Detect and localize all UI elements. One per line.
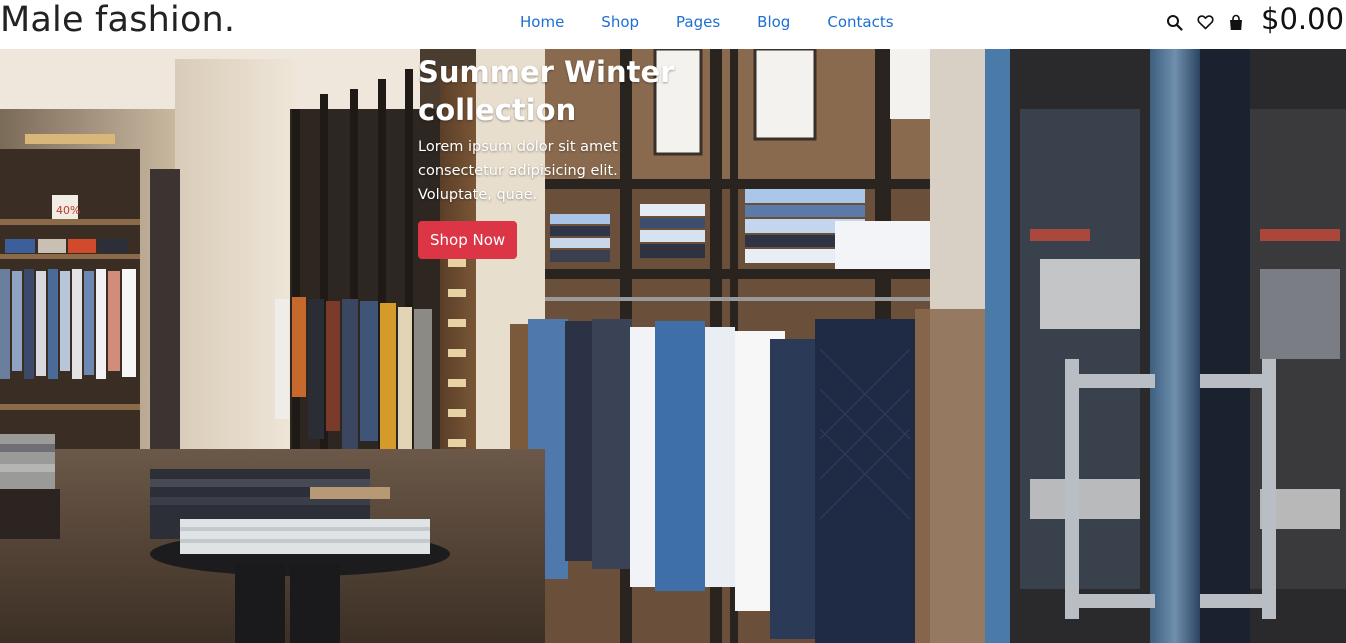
brand-logo[interactable]: Male fashion. [0,0,235,40]
heart-icon[interactable] [1195,12,1215,32]
header-icon-group [1164,12,1257,32]
hero-description: Lorem ipsum dolor sit amet consectetur a… [418,139,618,203]
nav-link-home[interactable]: Home [520,12,564,34]
site-header: Male fashion. Home Shop Pages Blog Conta… [0,0,1346,49]
nav-link-pages[interactable]: Pages [676,12,720,34]
main-nav: Home Shop Pages Blog Contacts [520,12,894,34]
nav-link-contacts[interactable]: Contacts [827,12,893,34]
hero-text-block: Summer Winter collection Lorem ipsum dol… [418,53,688,259]
hero-banner: 40% Summer Winter collection Lorem ipsum… [0,49,1346,643]
nav-link-blog[interactable]: Blog [757,12,790,34]
hero-title: Summer Winter collection [418,55,675,127]
cart-total[interactable]: $0.00 [1261,2,1344,36]
shopping-bag-icon[interactable] [1226,12,1246,32]
nav-link-shop[interactable]: Shop [601,12,639,34]
search-icon[interactable] [1164,12,1184,32]
shop-now-button[interactable]: Shop Now [418,221,518,259]
store-sign-text: 40% [56,204,80,217]
